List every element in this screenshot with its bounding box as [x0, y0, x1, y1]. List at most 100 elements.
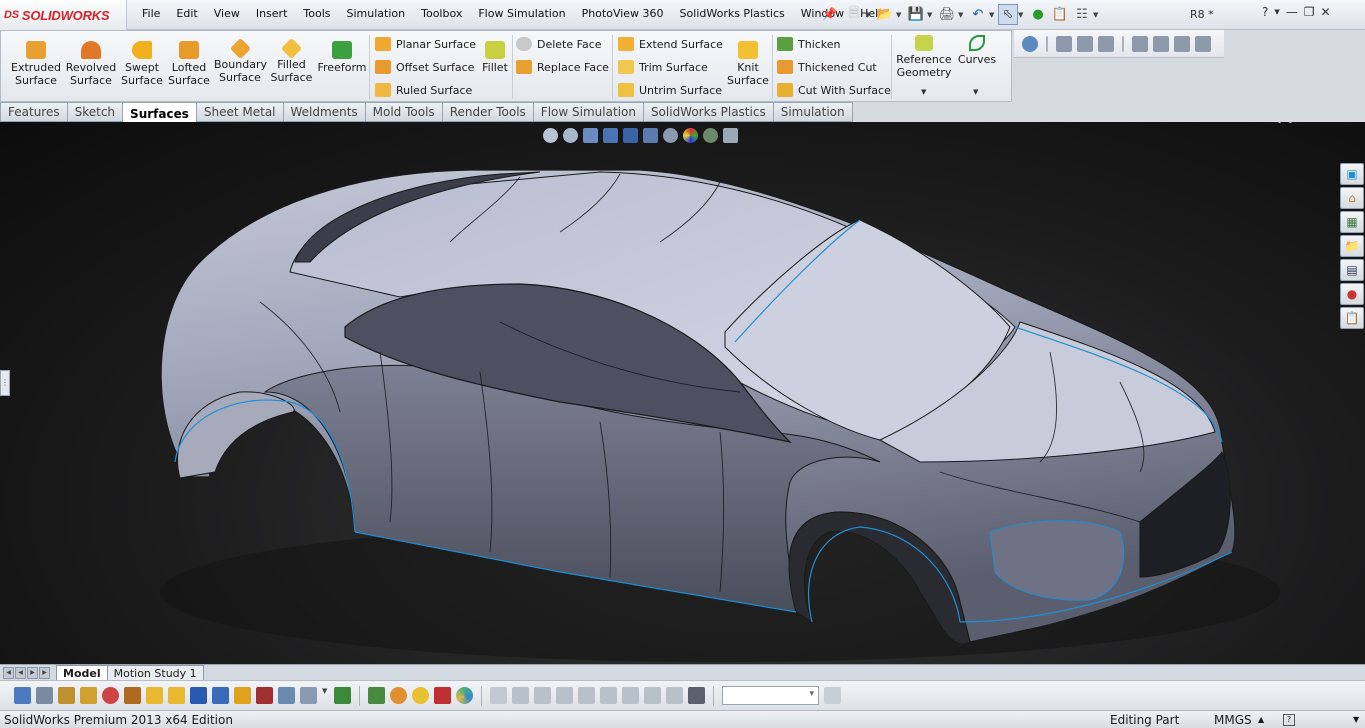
pattern-tool-icon[interactable] [534, 687, 551, 704]
untrim-surface-button[interactable]: Untrim Surface [618, 83, 722, 97]
menu-toolbox[interactable]: Toolbox [413, 7, 470, 20]
home-icon[interactable]: ⌂ [1340, 187, 1364, 209]
mass-properties-icon[interactable] [58, 687, 75, 704]
pin-menu-icon[interactable]: 📌 [822, 7, 837, 21]
tab-flow-simulation[interactable]: Flow Simulation [533, 102, 644, 122]
undo-icon[interactable]: ↶ [967, 4, 989, 25]
open-dropdown-icon[interactable]: ▼ [896, 11, 905, 19]
align-icon[interactable] [1056, 35, 1072, 52]
replace-face-button[interactable]: Replace Face [516, 60, 609, 74]
planar-surface-button[interactable]: Planar Surface [375, 37, 476, 51]
save-dropdown-icon[interactable]: ▼ [927, 11, 936, 19]
curves-button[interactable]: Curves [955, 31, 999, 66]
list-icon[interactable] [1046, 35, 1048, 52]
filled-surface-button[interactable]: Filled Surface [269, 31, 314, 84]
car-body-model[interactable] [0, 122, 1365, 664]
minimize-icon[interactable]: — [1286, 5, 1298, 19]
equations-sigma-icon[interactable] [190, 687, 207, 704]
combine-tool-icon[interactable] [644, 687, 661, 704]
menu-tools[interactable]: Tools [295, 7, 338, 20]
measure-icon[interactable] [102, 687, 119, 704]
custom-properties-icon[interactable]: 📋 [1340, 307, 1364, 329]
thickness-analysis-icon[interactable] [334, 687, 351, 704]
check-sketch-icon[interactable] [36, 687, 53, 704]
stop-icon[interactable] [434, 687, 451, 704]
tab-simulation[interactable]: Simulation [773, 102, 853, 122]
select-dropdown-icon[interactable]: ▼ [1018, 11, 1027, 19]
graphics-area[interactable]: ◀ ▶ — ❐ ✕ [0, 122, 1365, 664]
swept-surface-button[interactable]: Swept Surface [119, 31, 165, 87]
freeform-button[interactable]: Freeform [317, 31, 367, 74]
columns-icon[interactable] [1174, 35, 1190, 52]
knit-surface-button[interactable]: Knit Surface [725, 31, 771, 87]
parting-line-icon[interactable] [278, 687, 295, 704]
scale-tool-icon[interactable] [578, 687, 595, 704]
menu-insert[interactable]: Insert [248, 7, 296, 20]
menu-edit[interactable]: Edit [168, 7, 205, 20]
solidworks-logo[interactable]: DS SOLIDWORKS [0, 0, 127, 30]
statistics-icon[interactable] [124, 687, 141, 704]
options-icon[interactable]: ☷ [1071, 4, 1093, 25]
tab-features[interactable]: Features [0, 102, 68, 122]
units-up-icon[interactable]: ▲ [1258, 715, 1264, 724]
table-icon[interactable] [1132, 35, 1148, 52]
cut-with-surface-button[interactable]: Cut With Surface [777, 83, 891, 97]
menu-file[interactable]: File [134, 7, 168, 20]
grid-tool-icon[interactable] [688, 687, 705, 704]
split-tool-icon[interactable] [666, 687, 683, 704]
tab-solidworks-plastics[interactable]: SolidWorks Plastics [643, 102, 774, 122]
move-tool-icon[interactable] [600, 687, 617, 704]
spell-check-icon[interactable] [14, 687, 31, 704]
table-tool-icon[interactable] [490, 687, 507, 704]
reference-geometry-dropdown-icon[interactable]: ▼ [921, 88, 926, 96]
ruled-surface-button[interactable]: Ruled Surface [375, 83, 472, 97]
copy-tool-icon[interactable] [622, 687, 639, 704]
render-icon[interactable] [456, 687, 473, 704]
tab-weldments[interactable]: Weldments [283, 102, 366, 122]
status-scroll-icon[interactable]: ▼ [1353, 715, 1359, 724]
curves-dropdown-icon[interactable]: ▼ [973, 88, 978, 96]
menu-photoview[interactable]: PhotoView 360 [574, 7, 672, 20]
unit-system-text[interactable]: MMGS [1214, 713, 1252, 727]
save-icon[interactable]: 💾 [905, 4, 927, 25]
stamp-icon[interactable] [1153, 35, 1169, 52]
view-palette-icon[interactable]: ▤ [1340, 259, 1364, 281]
extruded-surface-button[interactable]: Extruded Surface [11, 31, 61, 87]
resources-icon[interactable]: ▣ [1340, 163, 1364, 185]
open-folder-icon[interactable]: 📂 [874, 4, 896, 25]
draft-analysis-icon[interactable] [234, 687, 251, 704]
feature-manager-collapse-handle[interactable]: ⋮ [0, 370, 10, 396]
dropdown-arrow-icon[interactable]: ▼ [322, 687, 329, 704]
print-dropdown-icon[interactable]: ▼ [958, 11, 967, 19]
options-dropdown-icon[interactable]: ▼ [1093, 11, 1102, 19]
reference-geometry-button[interactable]: Reference Geometry [895, 31, 953, 79]
next-tab-icon[interactable]: ▶ [27, 667, 38, 679]
delete-face-button[interactable]: Delete Face [516, 37, 602, 51]
lofted-surface-button[interactable]: Lofted Surface [167, 31, 211, 87]
feature-tool-icon[interactable] [512, 687, 529, 704]
mirror-tool-icon[interactable] [556, 687, 573, 704]
extend-surface-button[interactable]: Extend Surface [618, 37, 723, 51]
tab-sheet-metal[interactable]: Sheet Metal [196, 102, 284, 122]
trim-surface-button[interactable]: Trim Surface [618, 60, 708, 74]
restore-icon[interactable]: ❐ [1304, 5, 1315, 19]
prev-tab-icon[interactable]: ◀ [15, 667, 26, 679]
tab-render-tools[interactable]: Render Tools [442, 102, 534, 122]
equations-icon[interactable] [1098, 35, 1114, 52]
check-icon[interactable] [146, 687, 163, 704]
symmetry-check-icon[interactable] [300, 687, 317, 704]
section-properties-icon[interactable] [80, 687, 97, 704]
zoom-icon[interactable] [1022, 35, 1038, 52]
zebra-stripes-icon[interactable] [368, 687, 385, 704]
rebuild-icon[interactable]: ● [1027, 4, 1049, 25]
last-tab-icon[interactable]: ▶ [39, 667, 50, 679]
menu-view[interactable]: View [206, 7, 248, 20]
deviation-analysis-icon[interactable] [212, 687, 229, 704]
select-pointer-icon[interactable]: ⬁ [998, 4, 1018, 25]
tab-model[interactable]: Model [56, 665, 108, 680]
layers-icon[interactable] [1077, 35, 1093, 52]
menu-flow-simulation[interactable]: Flow Simulation [470, 7, 573, 20]
menu-plastics[interactable]: SolidWorks Plastics [672, 7, 793, 20]
help-status-icon[interactable]: ? [1283, 713, 1295, 726]
undercut-analysis-icon[interactable] [256, 687, 273, 704]
